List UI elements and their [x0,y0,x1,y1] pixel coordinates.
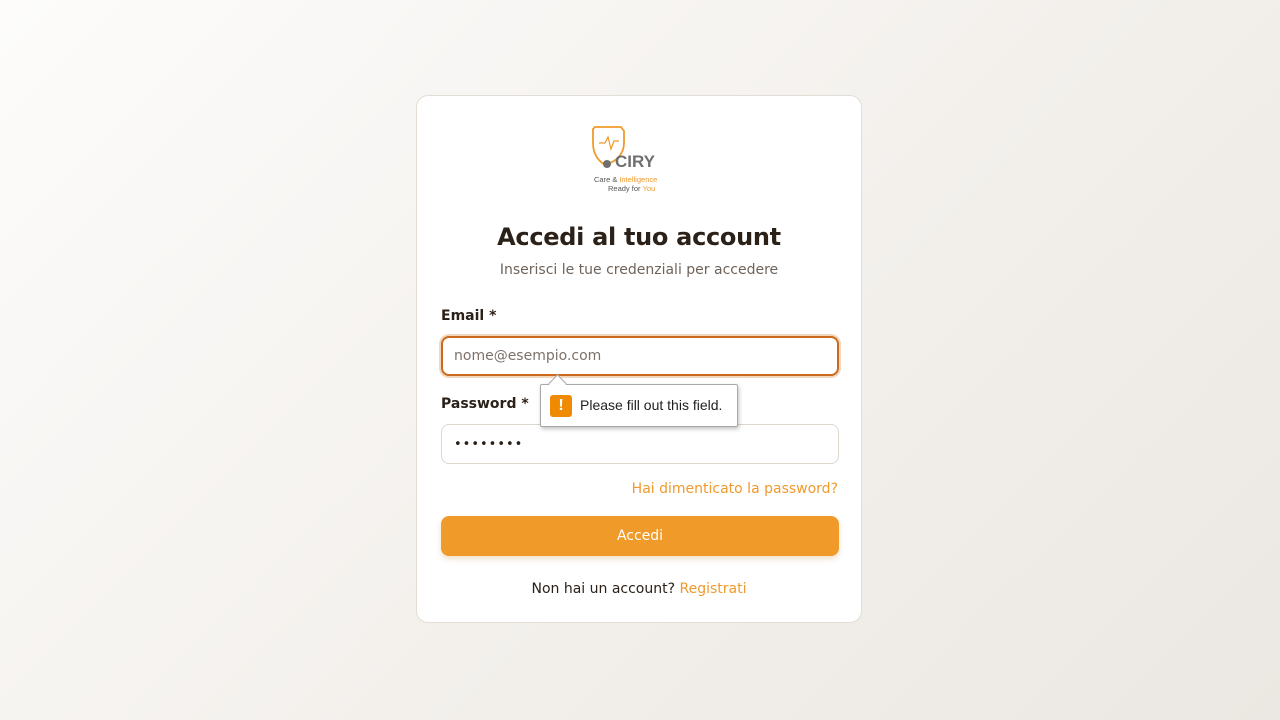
validation-tooltip: ! Please fill out this field. [540,374,738,427]
password-value: •••••••• [454,437,524,452]
password-field[interactable]: •••••••• [441,424,839,464]
email-label: Email * [441,308,497,324]
validation-message: Please fill out this field. [580,397,723,413]
warning-icon: ! [550,395,572,417]
login-card: CIRY Care & Intelligence Ready for You Acc… [416,95,862,623]
logo-name: CIRY [615,152,656,171]
password-label: Password * [441,396,529,412]
signup-prompt: Non hai un account? [531,581,676,597]
forgot-password-link[interactable]: Hai dimenticato la password? [632,481,838,497]
svg-text:Care &Intelligence: Care & Intelligence [594,175,657,184]
email-placeholder: nome@esempio.com [454,348,602,364]
login-button[interactable]: Accedi [441,516,839,556]
page-title: Accedi al tuo account [497,223,781,251]
ciry-logo: CIRY Care & Intelligence Ready for You [591,125,671,195]
page-subtitle: Inserisci le tue credenziali per acceder… [499,262,779,278]
signup-link[interactable]: Registrati [680,581,747,597]
signup-row: Non hai un account? Registrati [417,581,861,597]
email-field[interactable]: nome@esempio.com [441,336,839,376]
svg-text:Ready forYou: Ready for You [608,184,655,193]
